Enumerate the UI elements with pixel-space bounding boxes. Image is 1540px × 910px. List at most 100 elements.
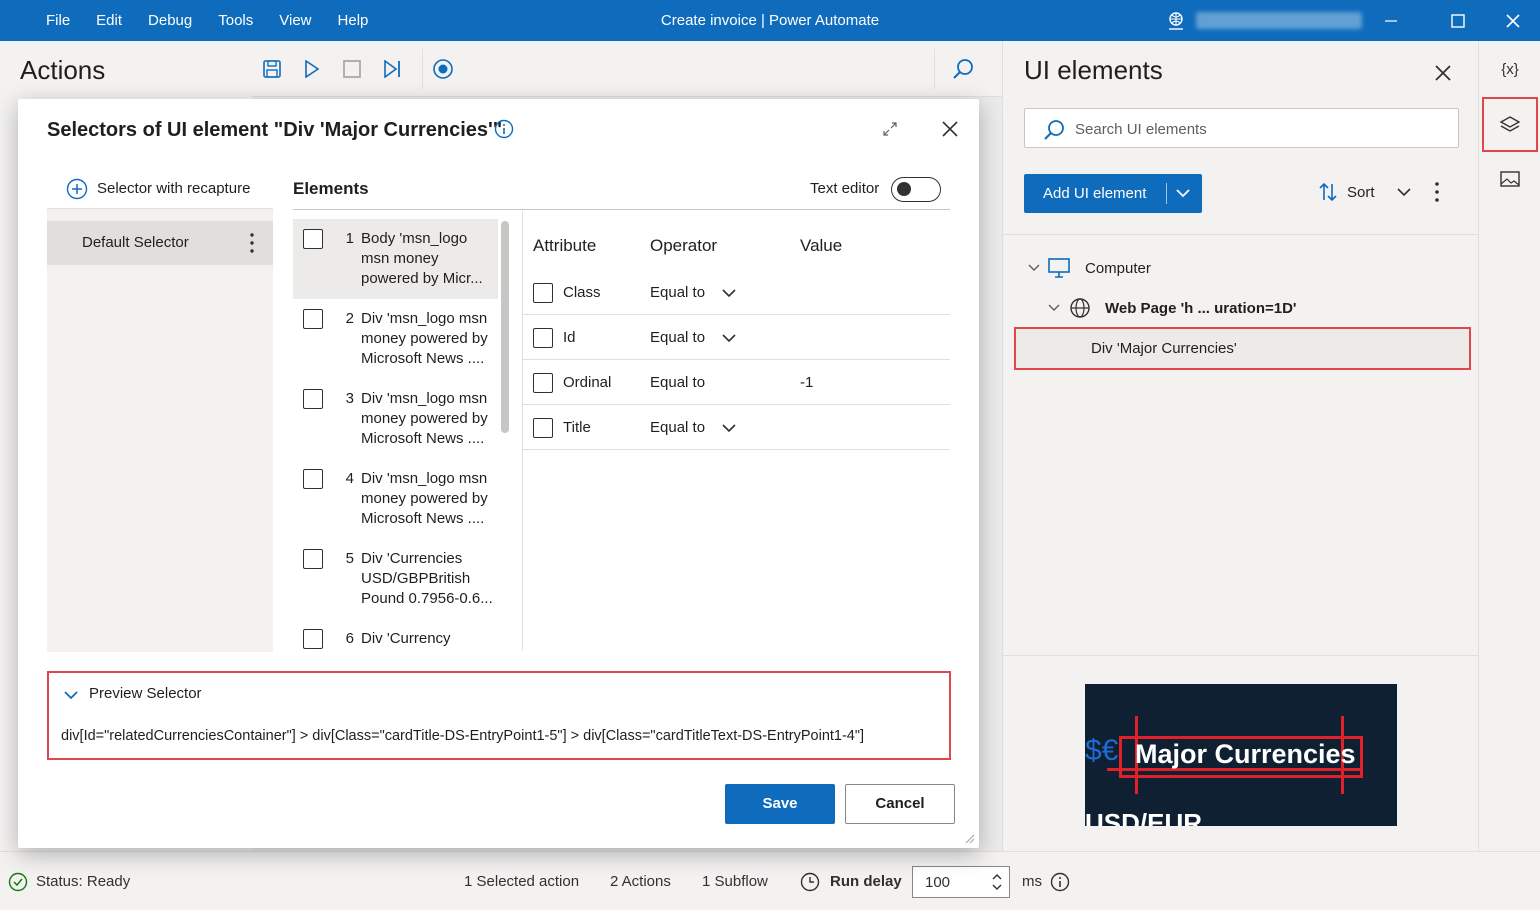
list-item[interactable]: 4 Div 'msn_logo msn money powered by Mic…	[293, 459, 498, 539]
expand-icon[interactable]	[880, 119, 900, 139]
element-checkbox[interactable]	[303, 229, 323, 249]
sort-label: Sort	[1347, 183, 1375, 201]
spinner-icon[interactable]	[991, 871, 1003, 893]
menu-help[interactable]: Help	[338, 12, 369, 29]
chevron-down-icon[interactable]	[720, 419, 738, 437]
chevron-down-icon[interactable]	[1174, 184, 1192, 202]
operator-dropdown[interactable]: Equal to	[650, 329, 705, 346]
attribute-checkbox[interactable]	[533, 283, 553, 303]
more-options-icon[interactable]	[247, 232, 257, 254]
cancel-button[interactable]: Cancel	[845, 784, 955, 824]
close-window-button[interactable]	[1490, 0, 1536, 41]
environment-icon[interactable]	[1166, 11, 1186, 31]
list-item[interactable]: 5 Div 'Currencies USD/GBPBritish Pound 0…	[293, 539, 498, 619]
menu-tools[interactable]: Tools	[218, 12, 253, 29]
menu-view[interactable]: View	[279, 12, 311, 29]
menu-edit[interactable]: Edit	[96, 12, 122, 29]
save-button[interactable]: Save	[725, 784, 835, 824]
info-icon[interactable]	[494, 119, 514, 139]
save-flow-button[interactable]	[258, 55, 286, 83]
close-icon[interactable]	[940, 119, 960, 139]
search-flow-button[interactable]	[949, 55, 977, 83]
attribute-checkbox[interactable]	[533, 328, 553, 348]
chevron-down-icon	[1396, 188, 1411, 197]
account-name-redacted[interactable]	[1196, 12, 1362, 29]
text-editor-label: Text editor	[810, 180, 880, 197]
chevron-down-icon[interactable]	[63, 687, 79, 703]
stop-button[interactable]	[338, 55, 366, 83]
run-next-action-button[interactable]	[378, 55, 406, 83]
elements-scrollbar[interactable]	[501, 221, 509, 433]
selectors-dialog: Selectors of UI element "Div 'Major Curr…	[18, 99, 979, 848]
resize-grip-icon[interactable]	[963, 832, 975, 844]
status-text: Status: Ready	[36, 873, 131, 890]
chevron-down-icon[interactable]	[720, 284, 738, 302]
attribute-row-class: Class Equal to	[523, 270, 950, 315]
toolbar-separator	[934, 49, 935, 89]
operator-dropdown[interactable]: Equal to	[650, 284, 705, 301]
minimize-button[interactable]	[1368, 0, 1414, 41]
elements-list: 1 Body 'msn_logo msn money powered by Mi…	[293, 219, 500, 651]
list-item[interactable]: 2 Div 'msn_logo msn money powered by Mic…	[293, 299, 498, 379]
chevron-down-icon[interactable]	[720, 329, 738, 347]
default-selector-item[interactable]: Default Selector	[47, 221, 273, 265]
element-number: 3	[345, 390, 354, 407]
image-icon	[1500, 171, 1520, 187]
tree-label-selected-element: Div 'Major Currencies'	[1091, 340, 1237, 357]
attribute-checkbox[interactable]	[533, 373, 553, 393]
element-number: 1	[345, 230, 354, 247]
menu-file[interactable]: File	[46, 12, 70, 29]
preview-selector-title[interactable]: Preview Selector	[89, 685, 202, 702]
attribute-value[interactable]: -1	[800, 374, 813, 391]
operator-label: Equal to	[650, 374, 706, 391]
variables-button[interactable]: {x}	[1482, 43, 1538, 95]
tree-node-web-page[interactable]: Web Page 'h ... uration=1D'	[1047, 297, 1296, 319]
step-icon	[384, 60, 400, 78]
list-item[interactable]: 6 Div 'Currency	[293, 619, 498, 651]
tree-node-computer[interactable]: Computer	[1027, 257, 1151, 279]
menu-debug[interactable]: Debug	[148, 12, 192, 29]
list-item[interactable]: 3 Div 'msn_logo msn money powered by Mic…	[293, 379, 498, 459]
run-delay-value: 100	[925, 874, 951, 891]
sort-icon	[1319, 182, 1337, 202]
add-ui-element-button[interactable]: Add UI element	[1024, 174, 1202, 213]
maximize-button[interactable]	[1435, 0, 1481, 41]
ui-elements-button[interactable]	[1482, 97, 1538, 152]
status-bar: Status: Ready 1 Selected action 2 Action…	[0, 851, 1540, 910]
element-checkbox[interactable]	[303, 549, 323, 569]
close-pane-icon[interactable]	[1431, 61, 1455, 85]
attribute-row-id: Id Equal to	[523, 315, 950, 360]
tree-label-computer: Computer	[1085, 259, 1151, 277]
attribute-checkbox[interactable]	[533, 418, 553, 438]
info-icon[interactable]	[1050, 872, 1070, 892]
run-delay-input[interactable]: 100	[912, 866, 1010, 898]
chevron-down-icon	[1048, 304, 1060, 311]
thumbnail-text: Major Currencies	[1135, 739, 1356, 769]
element-checkbox[interactable]	[303, 389, 323, 409]
attribute-header: Attribute	[533, 236, 597, 255]
run-button[interactable]	[298, 55, 326, 83]
element-screenshot-thumbnail: $€ Major Currencies USD/EUR	[1085, 684, 1397, 826]
list-item[interactable]: 1 Body 'msn_logo msn money powered by Mi…	[293, 219, 498, 299]
layers-icon	[1499, 115, 1521, 132]
chevron-down-icon	[1028, 264, 1040, 271]
attribute-name: Title	[563, 419, 591, 436]
images-button[interactable]	[1482, 153, 1538, 205]
element-checkbox[interactable]	[303, 469, 323, 489]
record-button[interactable]	[429, 55, 457, 83]
variables-icon: {x}	[1501, 60, 1519, 78]
more-options-icon[interactable]	[1431, 181, 1443, 203]
text-editor-toggle[interactable]	[891, 177, 941, 202]
search-ui-elements-input[interactable]: Search UI elements	[1024, 108, 1459, 148]
ui-elements-pane: UI elements Search UI elements Add UI el…	[1002, 41, 1479, 851]
element-checkbox[interactable]	[303, 309, 323, 329]
computer-icon	[1048, 258, 1070, 278]
sort-button[interactable]: Sort	[1317, 181, 1413, 203]
divider	[1003, 234, 1479, 235]
selector-with-recapture-button[interactable]: Selector with recapture	[47, 169, 273, 209]
record-icon	[433, 59, 453, 79]
operator-dropdown[interactable]: Equal to	[650, 419, 705, 436]
selectors-panel: Selector with recapture Default Selector	[47, 169, 273, 652]
tree-node-selected-element[interactable]: Div 'Major Currencies'	[1014, 327, 1471, 370]
element-checkbox[interactable]	[303, 629, 323, 649]
